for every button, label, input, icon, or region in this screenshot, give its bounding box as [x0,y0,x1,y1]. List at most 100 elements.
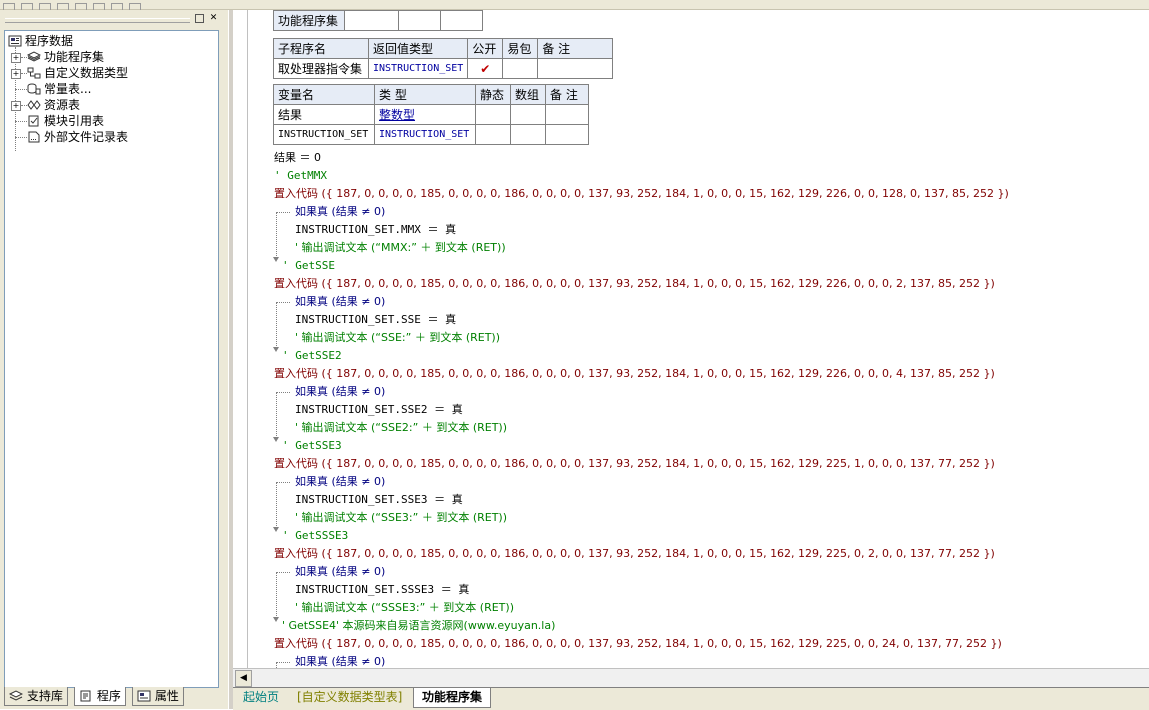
horizontal-scrollbar[interactable]: ◀ [233,668,1149,687]
tab-assembly[interactable]: 功能程序集 [413,688,492,708]
toolbar-strip [0,0,1149,11]
expand-icon[interactable]: + [11,101,21,111]
var-note-cell[interactable] [545,124,589,145]
tree-root-label: 程序数据 [25,34,74,48]
code-comment[interactable]: ' 输出调试文本 (“MMX:” ＋ 到文本 (RET)) [295,239,506,257]
code-comment[interactable]: ' 输出调试文本 (“SSE3:” ＋ 到文本 (RET)) [295,509,507,527]
tab-program[interactable]: 程序 [74,687,126,706]
tree-line [15,121,27,122]
sub-header-note: 备 注 [537,38,614,59]
expand-icon[interactable]: + [11,69,21,79]
tree-line [15,89,27,90]
code-editor[interactable]: 功能程序集 子程序名 返回值类型 公开 易包 备 注 取处理器指令集 INSTR… [233,10,1149,668]
var-type-cell[interactable]: 整数型 [374,104,476,125]
assembly-icon [27,51,41,62]
tree-item-custom-types[interactable]: 自定义数据类型 [27,65,128,81]
code-assign[interactable]: INSTRUCTION_SET.SSSE3 ＝ 真 [295,581,469,599]
panel-tabs: 支持库 程序 属性 [2,686,224,708]
tree-item-external-files[interactable]: 外部文件记录表 [27,129,128,145]
project-tree: 程序数据 + 功能程序集 + 自定义数据类型 常量表... + 资源表 模块引用… [4,30,219,688]
code-if[interactable]: 如果真 (结果 ≠ 0) [295,563,385,581]
expand-icon[interactable]: + [11,53,21,63]
code-comment[interactable]: ' GetSSE [282,257,335,275]
code-embed[interactable]: 置入代码 ({ 187, 0, 0, 0, 0, 185, 0, 0, 0, 0… [274,455,995,473]
code-if[interactable]: 如果真 (结果 ≠ 0) [295,383,385,401]
code-assign[interactable]: INSTRUCTION_SET.SSE ＝ 真 [295,311,456,329]
panel-grip[interactable] [5,18,190,23]
var-header-note: 备 注 [545,84,589,105]
code-assign[interactable]: INSTRUCTION_SET.SSE2 ＝ 真 [295,401,463,419]
tree-root[interactable]: 程序数据 [8,33,73,49]
tree-line [15,137,27,138]
tab-label: 支持库 [26,689,63,703]
var-note-cell[interactable] [545,104,589,125]
tab-start-page[interactable]: 起始页 [235,688,287,707]
tab-custom-types[interactable]: [自定义数据类型表] [289,688,410,707]
sub-name-cell[interactable]: 取处理器指令集 [273,58,369,79]
tab-label: 起始页 [243,690,280,704]
code-comment[interactable]: ' 输出调试文本 (“SSE2:” ＋ 到文本 (RET)) [295,419,507,437]
tree-item-label: 功能程序集 [44,50,105,64]
resources-icon [27,100,41,110]
tab-properties[interactable]: 属性 [132,687,184,706]
panel-header: ✕ [3,12,220,26]
project-panel: ✕ 程序数据 + 功能程序集 + 自定义数据类型 常量表... + 资源表 模块… [0,10,228,709]
tree-item-assemblies[interactable]: 功能程序集 [27,49,104,65]
assembly-cell[interactable] [440,10,483,31]
assembly-cell[interactable] [344,10,399,31]
code-embed[interactable]: 置入代码 ({ 187, 0, 0, 0, 0, 185, 0, 0, 0, 0… [274,635,1002,653]
subroutine-table: 子程序名 返回值类型 公开 易包 备 注 取处理器指令集 INSTRUCTION… [273,38,614,79]
variable-table: 变量名 类 型 静态 数组 备 注 结果 整数型 INSTRUCTION_SET… [273,84,589,145]
code-comment[interactable]: ' 输出调试文本 (“SSSE3:” ＋ 到文本 (RET)) [295,599,514,617]
tree-item-module-refs[interactable]: 模块引用表 [27,113,104,129]
code-comment[interactable]: ' GetSSSE3 [282,527,348,545]
flow-guide [276,392,290,393]
external-file-icon [28,131,40,143]
var-static-cell[interactable] [475,124,511,145]
scroll-left-icon[interactable]: ◀ [235,670,252,687]
tab-label: 功能程序集 [422,690,483,704]
var-type-cell[interactable]: INSTRUCTION_SET [374,124,476,145]
code-embed[interactable]: 置入代码 ({ 187, 0, 0, 0, 0, 185, 0, 0, 0, 0… [274,275,995,293]
code-embed[interactable]: 置入代码 ({ 187, 0, 0, 0, 0, 185, 0, 0, 0, 0… [274,545,995,563]
var-header-type: 类 型 [374,84,476,105]
flow-guide [276,482,277,528]
constants-icon [27,83,41,95]
code-comment[interactable]: ' GetSSE2 [282,347,342,365]
var-array-cell[interactable] [510,104,546,125]
flow-guide [276,482,290,483]
code-if[interactable]: 如果真 (结果 ≠ 0) [295,293,385,311]
code-if[interactable]: 如果真 (结果 ≠ 0) [295,473,385,491]
tab-label: 程序 [96,689,121,703]
flow-arrow-icon [273,347,279,352]
sub-note-cell[interactable] [537,58,614,79]
tree-item-resources[interactable]: 资源表 [27,97,80,113]
var-name-cell[interactable]: 结果 [273,104,375,125]
code-comment[interactable]: ' GetSSE3 [282,437,342,455]
tab-label: 属性 [154,689,179,703]
code-embed[interactable]: 置入代码 ({ 187, 0, 0, 0, 0, 185, 0, 0, 0, 0… [274,185,1009,203]
sub-return-cell[interactable]: INSTRUCTION_SET [367,58,469,79]
tab-support-library[interactable]: 支持库 [4,687,68,706]
close-icon[interactable]: ✕ [208,13,219,23]
maximize-icon[interactable] [195,14,204,23]
code-line-init[interactable]: 结果 ＝ 0 [274,149,321,167]
sub-pkg-cell[interactable] [502,58,539,79]
code-comment[interactable]: ' 输出调试文本 (“SSE:” ＋ 到文本 (RET)) [295,329,500,347]
tree-item-constants[interactable]: 常量表... [27,81,91,97]
sub-public-check[interactable]: ✔ [467,58,504,79]
var-static-cell[interactable] [475,104,511,125]
code-embed[interactable]: 置入代码 ({ 187, 0, 0, 0, 0, 185, 0, 0, 0, 0… [274,365,995,383]
code-if[interactable]: 如果真 (结果 ≠ 0) [295,203,385,221]
code-if[interactable]: 如果真 (结果 ≠ 0) [295,653,385,668]
custom-type-icon [27,67,41,79]
assembly-cell[interactable] [398,10,441,31]
code-assign[interactable]: INSTRUCTION_SET.MMX ＝ 真 [295,221,456,239]
tree-item-label: 外部文件记录表 [44,130,129,144]
code-comment[interactable]: ' GetSSE4' 本源码来自易语言资源网(www.eyuyan.la) [282,617,555,635]
assembly-name-cell[interactable]: 功能程序集 [273,10,345,31]
code-comment[interactable]: ' GetMMX [274,167,327,185]
var-array-cell[interactable] [510,124,546,145]
code-assign[interactable]: INSTRUCTION_SET.SSE3 ＝ 真 [295,491,463,509]
var-name-cell[interactable]: INSTRUCTION_SET [273,124,375,145]
